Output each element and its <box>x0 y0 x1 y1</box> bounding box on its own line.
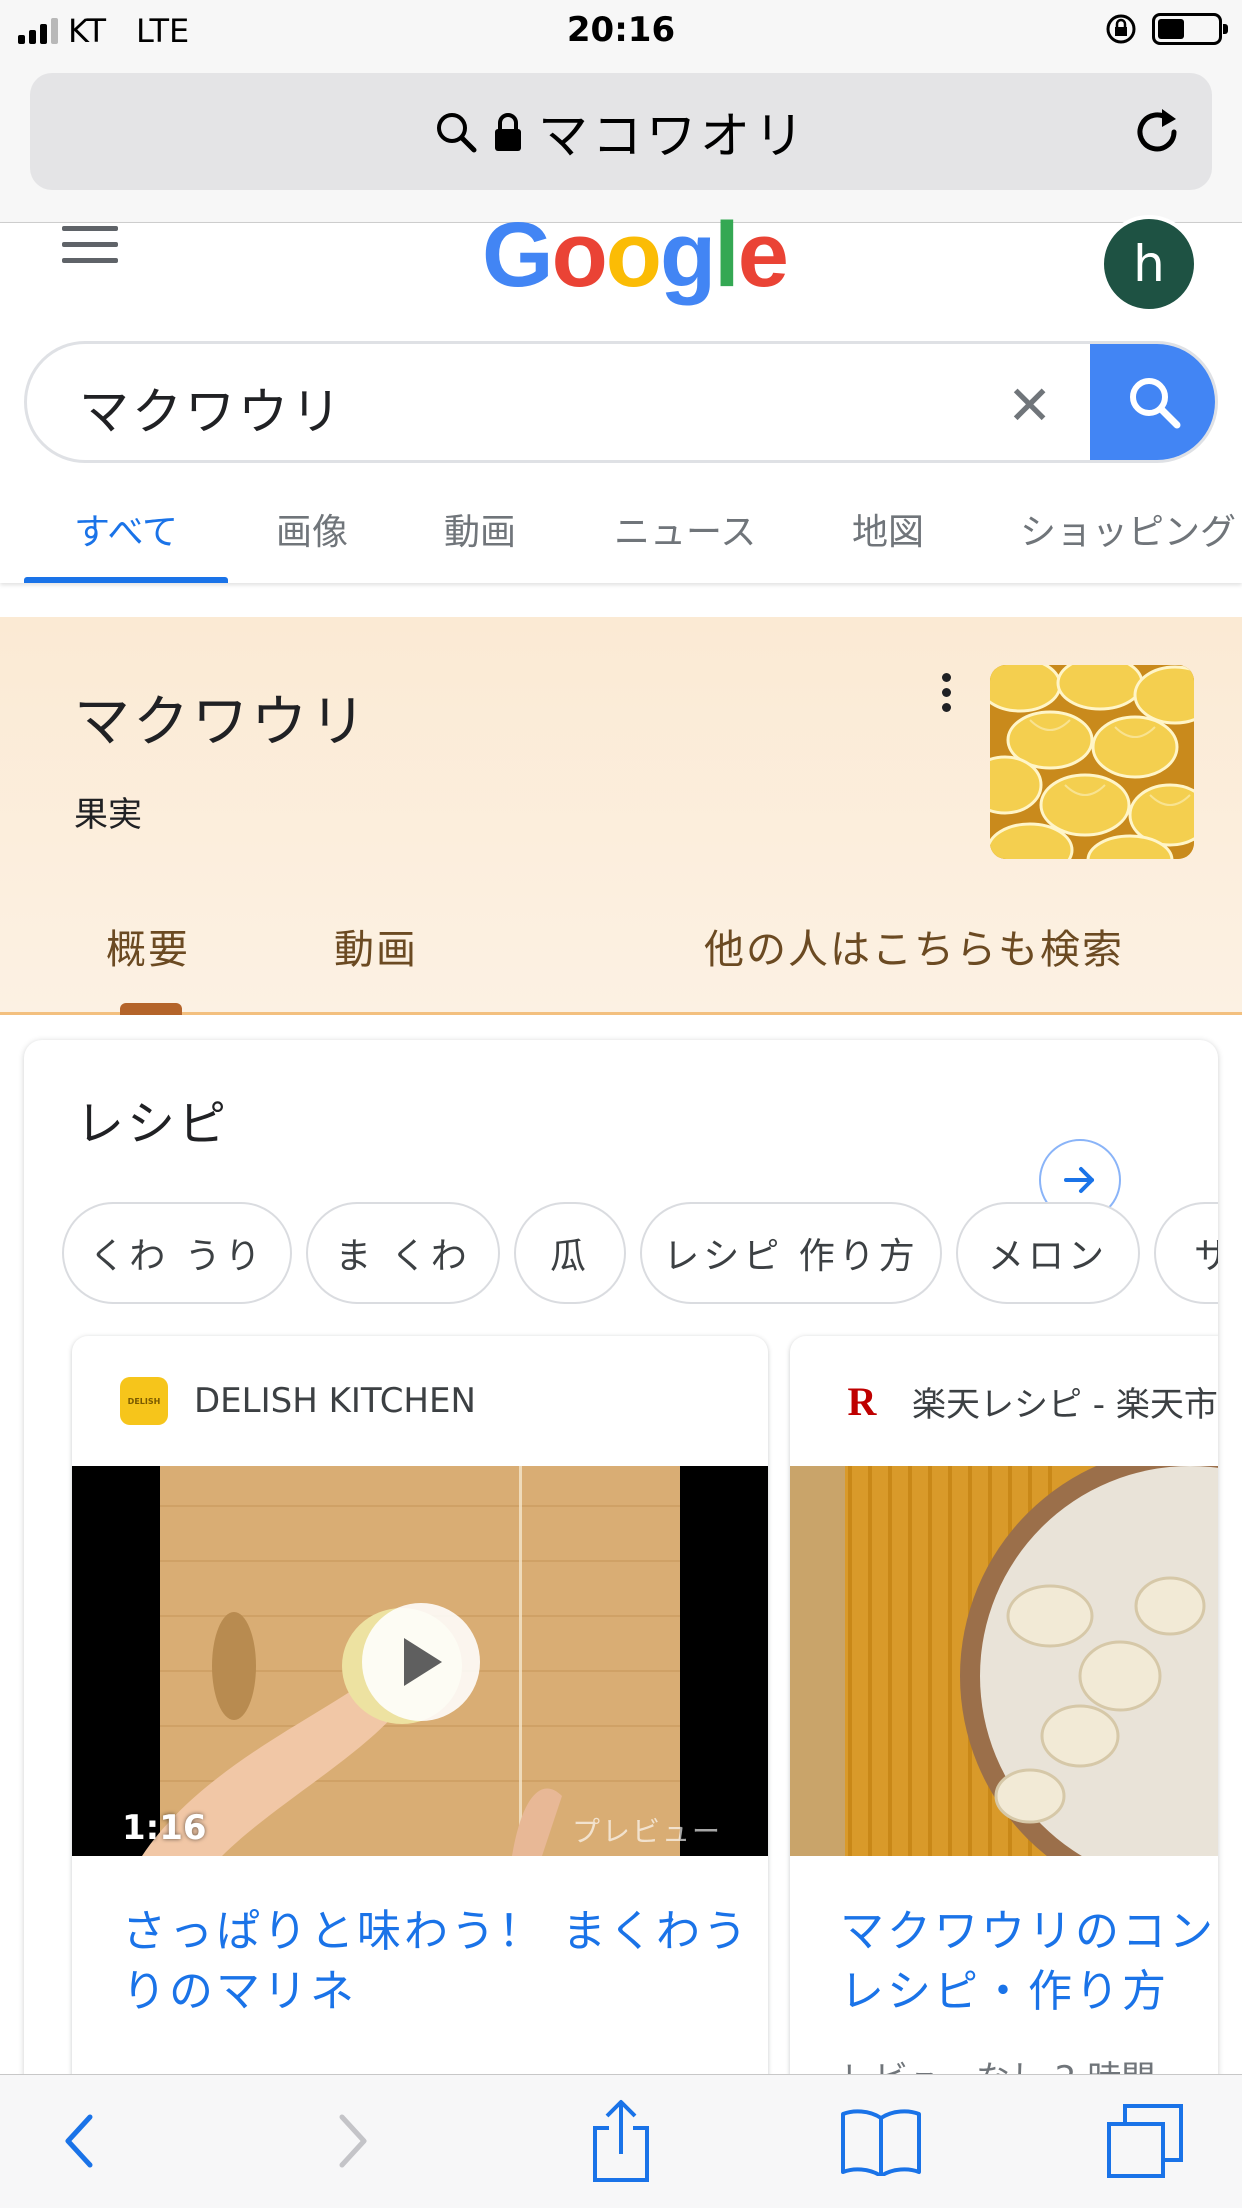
search-tabs: すべて 画像 動画 ニュース 地図 ショッピング <box>0 503 1242 583</box>
kp-tab-people-also-search[interactable]: 他の人はこちらも検索 <box>704 917 1124 975</box>
recipe-source: DELISH KITCHEN <box>194 1381 476 1421</box>
kp-subtitle: 果実 <box>74 795 142 835</box>
arrow-glyph <box>1064 1167 1094 1193</box>
tabs-icon <box>1107 2104 1183 2178</box>
tab-videos[interactable]: 動画 <box>444 503 516 555</box>
status-time: 20:16 <box>566 10 676 50</box>
back-icon <box>65 2114 93 2168</box>
search-icon <box>437 112 477 152</box>
lock-icon <box>495 112 521 151</box>
google-logo[interactable]: Google <box>482 203 789 308</box>
delish-logo-icon: DELISH <box>120 1377 168 1425</box>
tab-shopping[interactable]: ショッピング <box>1020 503 1236 555</box>
recipe-photo[interactable] <box>790 1466 1218 1856</box>
recipes-title: レシピ <box>76 1096 230 1152</box>
share-icon <box>593 2100 649 2182</box>
logo-letter-o1: o <box>551 204 608 306</box>
video-duration: 1:16 <box>122 1808 207 1848</box>
bookmarks-icon <box>841 2109 921 2176</box>
address-center: マコワオリ <box>30 73 1212 190</box>
menu-icon[interactable] <box>62 226 118 274</box>
tab-images[interactable]: 画像 <box>276 503 348 555</box>
logo-letter-g2: g <box>659 204 716 306</box>
knowledge-panel: マクワウリ 果実 概要 動画 他の人はこちらも検索 <box>0 617 1242 1015</box>
share-button[interactable] <box>576 2100 666 2182</box>
kp-tab-overview[interactable]: 概要 <box>106 917 190 975</box>
kp-title: マクワウリ <box>74 690 369 755</box>
forward-button[interactable] <box>312 2101 392 2181</box>
search-button[interactable] <box>1090 344 1215 460</box>
chip-makuwa[interactable]: ま くわ <box>306 1202 500 1304</box>
play-glyph <box>404 1638 442 1686</box>
play-icon[interactable] <box>362 1603 480 1721</box>
address-bar[interactable]: マコワオリ <box>30 73 1212 190</box>
status-right <box>1104 12 1228 46</box>
tab-news[interactable]: ニュース <box>614 503 756 555</box>
chip-more[interactable]: サ <box>1154 1202 1218 1304</box>
melon-image[interactable] <box>990 665 1194 859</box>
more-options-icon[interactable] <box>942 673 952 718</box>
kp-tab-videos[interactable]: 動画 <box>334 917 418 975</box>
recipe-video-thumbnail[interactable]: 1:16 プレビュー <box>72 1466 768 1856</box>
safari-toolbar <box>0 2074 1242 2208</box>
chip-recipe-howto[interactable]: レシピ 作り方 <box>640 1202 942 1304</box>
recipe-title-link[interactable]: マクワウリのコンレシピ・作り方 <box>840 1902 1218 2022</box>
recipes-card: レシピ くわ うり ま くわ 瓜 レシピ 作り方 メロン サ DELISH DE… <box>24 1040 1218 2208</box>
tab-all[interactable]: すべて <box>74 503 178 555</box>
logo-letter-g: G <box>482 204 554 306</box>
chip-melon[interactable]: メロン <box>956 1202 1140 1304</box>
address-bar-container: マコワオリ <box>0 60 1242 223</box>
melon-illustration <box>990 665 1194 859</box>
recipe-card-header: DELISH DELISH KITCHEN <box>72 1336 768 1466</box>
recipe-title-link[interactable]: さっぱりと味わう！ まくわうりのマリネ <box>122 1902 762 2022</box>
reload-icon[interactable] <box>1130 105 1184 159</box>
recipe-source: 楽天レシピ - 楽天市 <box>912 1384 1218 1425</box>
recipe-card-header: R 楽天レシピ - 楽天市 <box>790 1336 1218 1466</box>
preview-label: プレビュー <box>572 1815 723 1848</box>
tabs-button[interactable] <box>1100 2101 1190 2181</box>
bookmarks-button[interactable] <box>836 2101 926 2181</box>
kp-active-tab-indicator <box>120 1003 182 1015</box>
status-bar: KT LTE 20:16 <box>0 0 1242 60</box>
google-header: Google h マクワウリ ✕ すべて 画像 動画 ニュース 地図 ショッピン… <box>0 204 1242 583</box>
safari-page: KT LTE 20:16 マコワオリ Google h マクワウリ ✕ すべて … <box>0 0 1242 2208</box>
forward-icon <box>339 2114 367 2168</box>
back-button[interactable] <box>40 2101 120 2181</box>
search-icon <box>1130 378 1181 429</box>
rakuten-logo-icon: R <box>847 1378 877 1424</box>
tab-maps[interactable]: 地図 <box>852 503 924 555</box>
logo-letter-e: e <box>737 204 789 306</box>
clear-icon[interactable]: ✕ <box>1007 374 1052 437</box>
logo-letter-l: l <box>714 204 740 306</box>
recipe-photo-art <box>790 1466 1218 1856</box>
search-query: マクワウリ <box>79 383 344 441</box>
search-input[interactable]: マクワウリ ✕ <box>24 341 1218 463</box>
account-avatar[interactable]: h <box>1100 215 1198 313</box>
chip-kuwauri[interactable]: くわ うり <box>62 1202 292 1304</box>
rotation-lock-icon <box>1106 14 1136 44</box>
chip-uri[interactable]: 瓜 <box>514 1202 626 1304</box>
logo-letter-o2: o <box>605 204 662 306</box>
active-tab-indicator <box>24 577 228 583</box>
battery-icon <box>1152 13 1228 45</box>
url-text: マコワオリ <box>538 106 808 165</box>
